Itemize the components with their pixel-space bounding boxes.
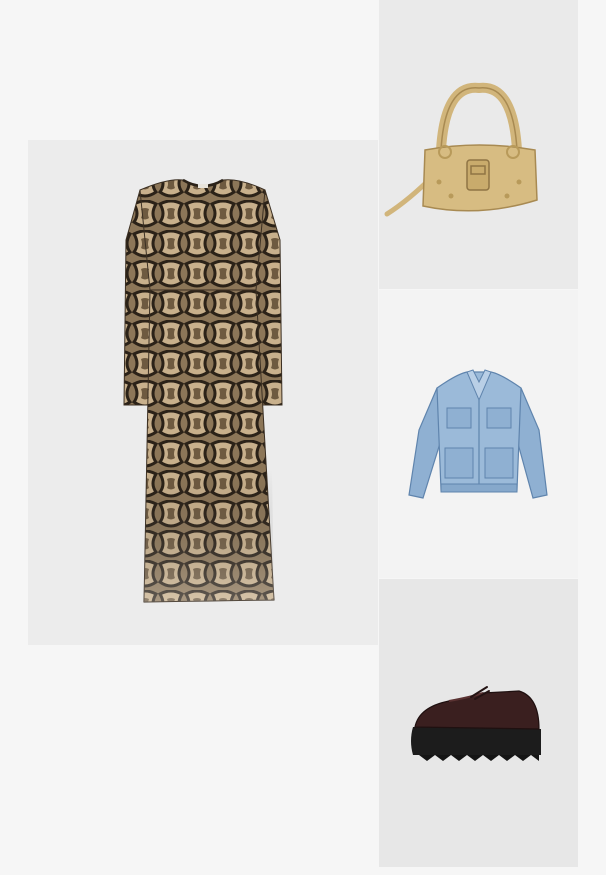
handbag-image [384, 82, 538, 217]
dress-tile[interactable] [28, 140, 378, 645]
platform-shoe-image [411, 686, 541, 761]
handbag-tile[interactable] [379, 0, 578, 289]
denim-jacket-image [408, 369, 548, 499]
platform-shoe-tile[interactable] [379, 579, 578, 867]
snake-print-dress-image [123, 178, 283, 603]
denim-jacket-tile[interactable] [379, 290, 578, 578]
